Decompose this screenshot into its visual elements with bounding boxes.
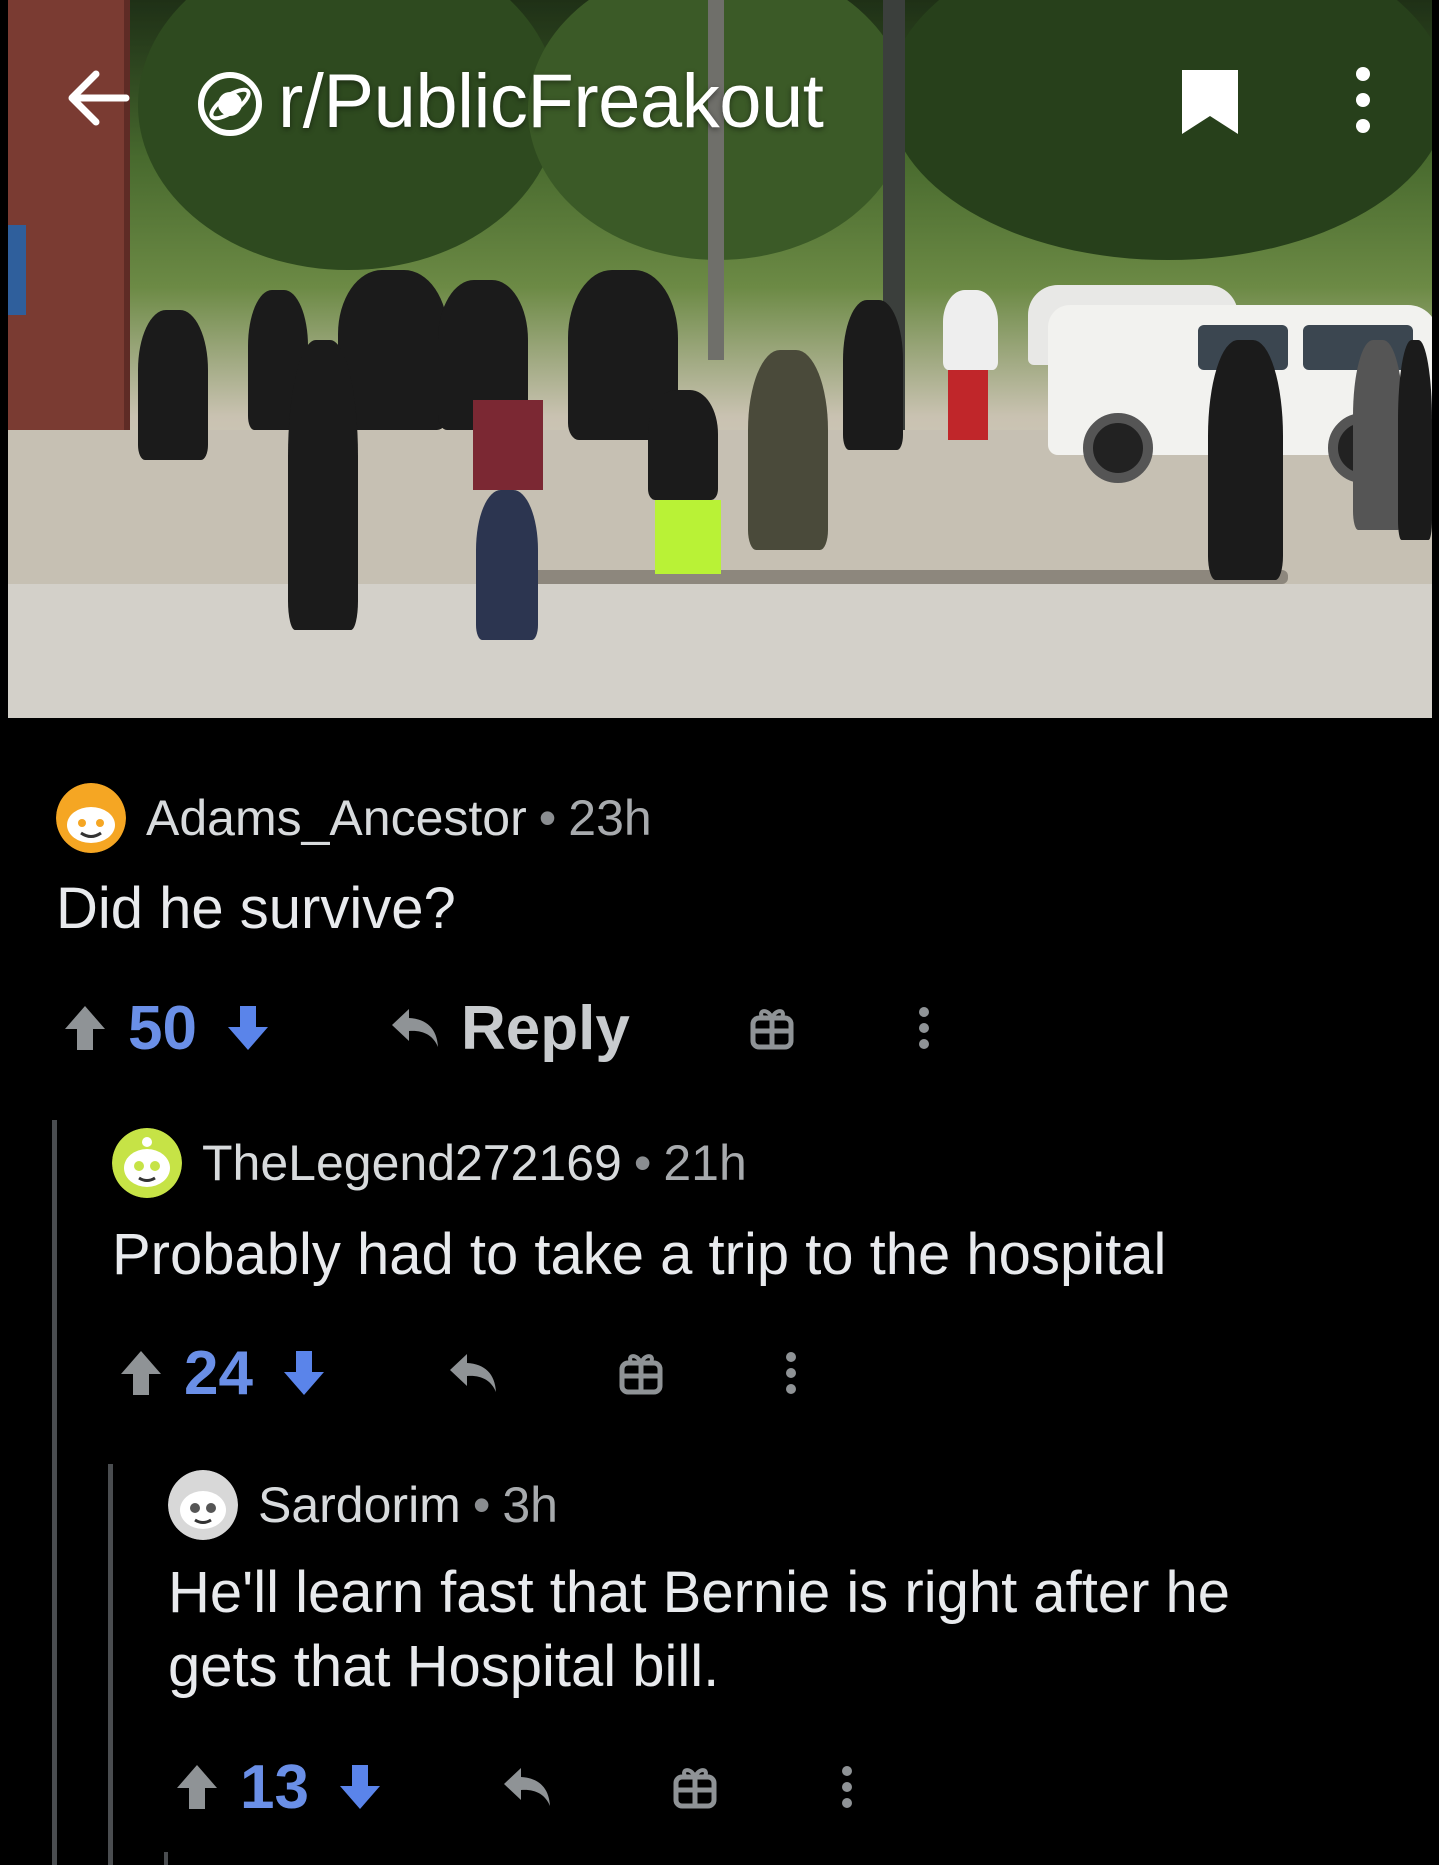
award-gift-icon[interactable] [750, 1006, 794, 1050]
comment-age: 3h [502, 1477, 558, 1533]
blue-sign [8, 225, 26, 315]
separator-dot: • [633, 1135, 652, 1191]
downvote-arrow-icon[interactable] [281, 1348, 327, 1398]
comment-actions: 24 [118, 1338, 801, 1408]
person [843, 300, 903, 450]
comment-age: 21h [663, 1135, 747, 1191]
thread-line[interactable] [164, 1852, 168, 1865]
thread-line[interactable] [108, 1464, 113, 1865]
post-top-bar: r/PublicFreakout [0, 0, 1439, 200]
comment-body-line: gets that Hospital bill. [168, 1634, 720, 1699]
reply-button[interactable]: Reply [461, 993, 630, 1064]
person [288, 340, 358, 630]
comment-body: Did he survive? [56, 876, 456, 941]
award-gift-icon[interactable] [673, 1765, 717, 1809]
comment-body-line: He'll learn fast that Bernie is right af… [168, 1560, 1231, 1625]
downvote-arrow-icon[interactable] [337, 1762, 383, 1812]
subreddit-name[interactable]: r/PublicFreakout [278, 58, 824, 145]
street [8, 584, 1432, 718]
more-vertical-icon[interactable] [837, 1763, 857, 1811]
comment-username[interactable]: Adams_Ancestor [146, 789, 527, 847]
curb [528, 570, 1288, 584]
downvote-arrow-icon[interactable] [225, 1003, 271, 1053]
separator-dot: • [472, 1477, 491, 1533]
person [1353, 340, 1403, 530]
person-maroon-shirt [473, 400, 543, 490]
reply-arrow-icon[interactable] [501, 1764, 553, 1810]
reply-arrow-icon[interactable] [447, 1350, 499, 1396]
more-vertical-icon[interactable] [781, 1349, 801, 1397]
comment-meta: Sardorim • 3h [168, 1470, 558, 1540]
comment-age: 23h [568, 790, 652, 846]
avatar[interactable] [168, 1470, 238, 1540]
person [476, 490, 538, 640]
award-gift-icon[interactable] [619, 1351, 663, 1395]
bookmark-icon[interactable] [1178, 66, 1242, 138]
person [943, 290, 998, 370]
upvote-arrow-icon[interactable] [118, 1348, 164, 1398]
comment-score: 13 [240, 1752, 309, 1822]
comment-meta: Adams_Ancestor • 23h [56, 783, 652, 853]
avatar[interactable] [56, 783, 126, 853]
avatar[interactable] [112, 1128, 182, 1198]
person [648, 390, 718, 500]
upvote-arrow-icon[interactable] [174, 1762, 220, 1812]
more-vertical-icon[interactable] [914, 1004, 934, 1052]
person-red-pants [948, 370, 988, 440]
comment-meta: TheLegend272169 • 21h [112, 1128, 747, 1198]
person [138, 310, 208, 460]
comment-body: Probably had to take a trip to the hospi… [112, 1222, 1167, 1287]
comment-username[interactable]: TheLegend272169 [202, 1134, 622, 1192]
person-green-shorts [655, 500, 721, 574]
upvote-arrow-icon[interactable] [62, 1003, 108, 1053]
subreddit-planet-icon[interactable] [196, 70, 264, 138]
thread-line[interactable] [52, 1120, 57, 1865]
comment-actions: 50 Reply [62, 993, 934, 1063]
more-vertical-icon[interactable] [1348, 64, 1378, 136]
comment-score: 24 [184, 1338, 253, 1408]
person [1398, 340, 1432, 540]
person [1208, 340, 1283, 580]
comment-username[interactable]: Sardorim [258, 1476, 461, 1534]
reply-arrow-icon[interactable] [389, 1005, 441, 1051]
comment-score: 50 [128, 993, 197, 1063]
back-arrow-icon[interactable] [62, 62, 134, 134]
separator-dot: • [538, 790, 557, 846]
person [748, 350, 828, 550]
comment-actions: 13 [174, 1752, 857, 1822]
